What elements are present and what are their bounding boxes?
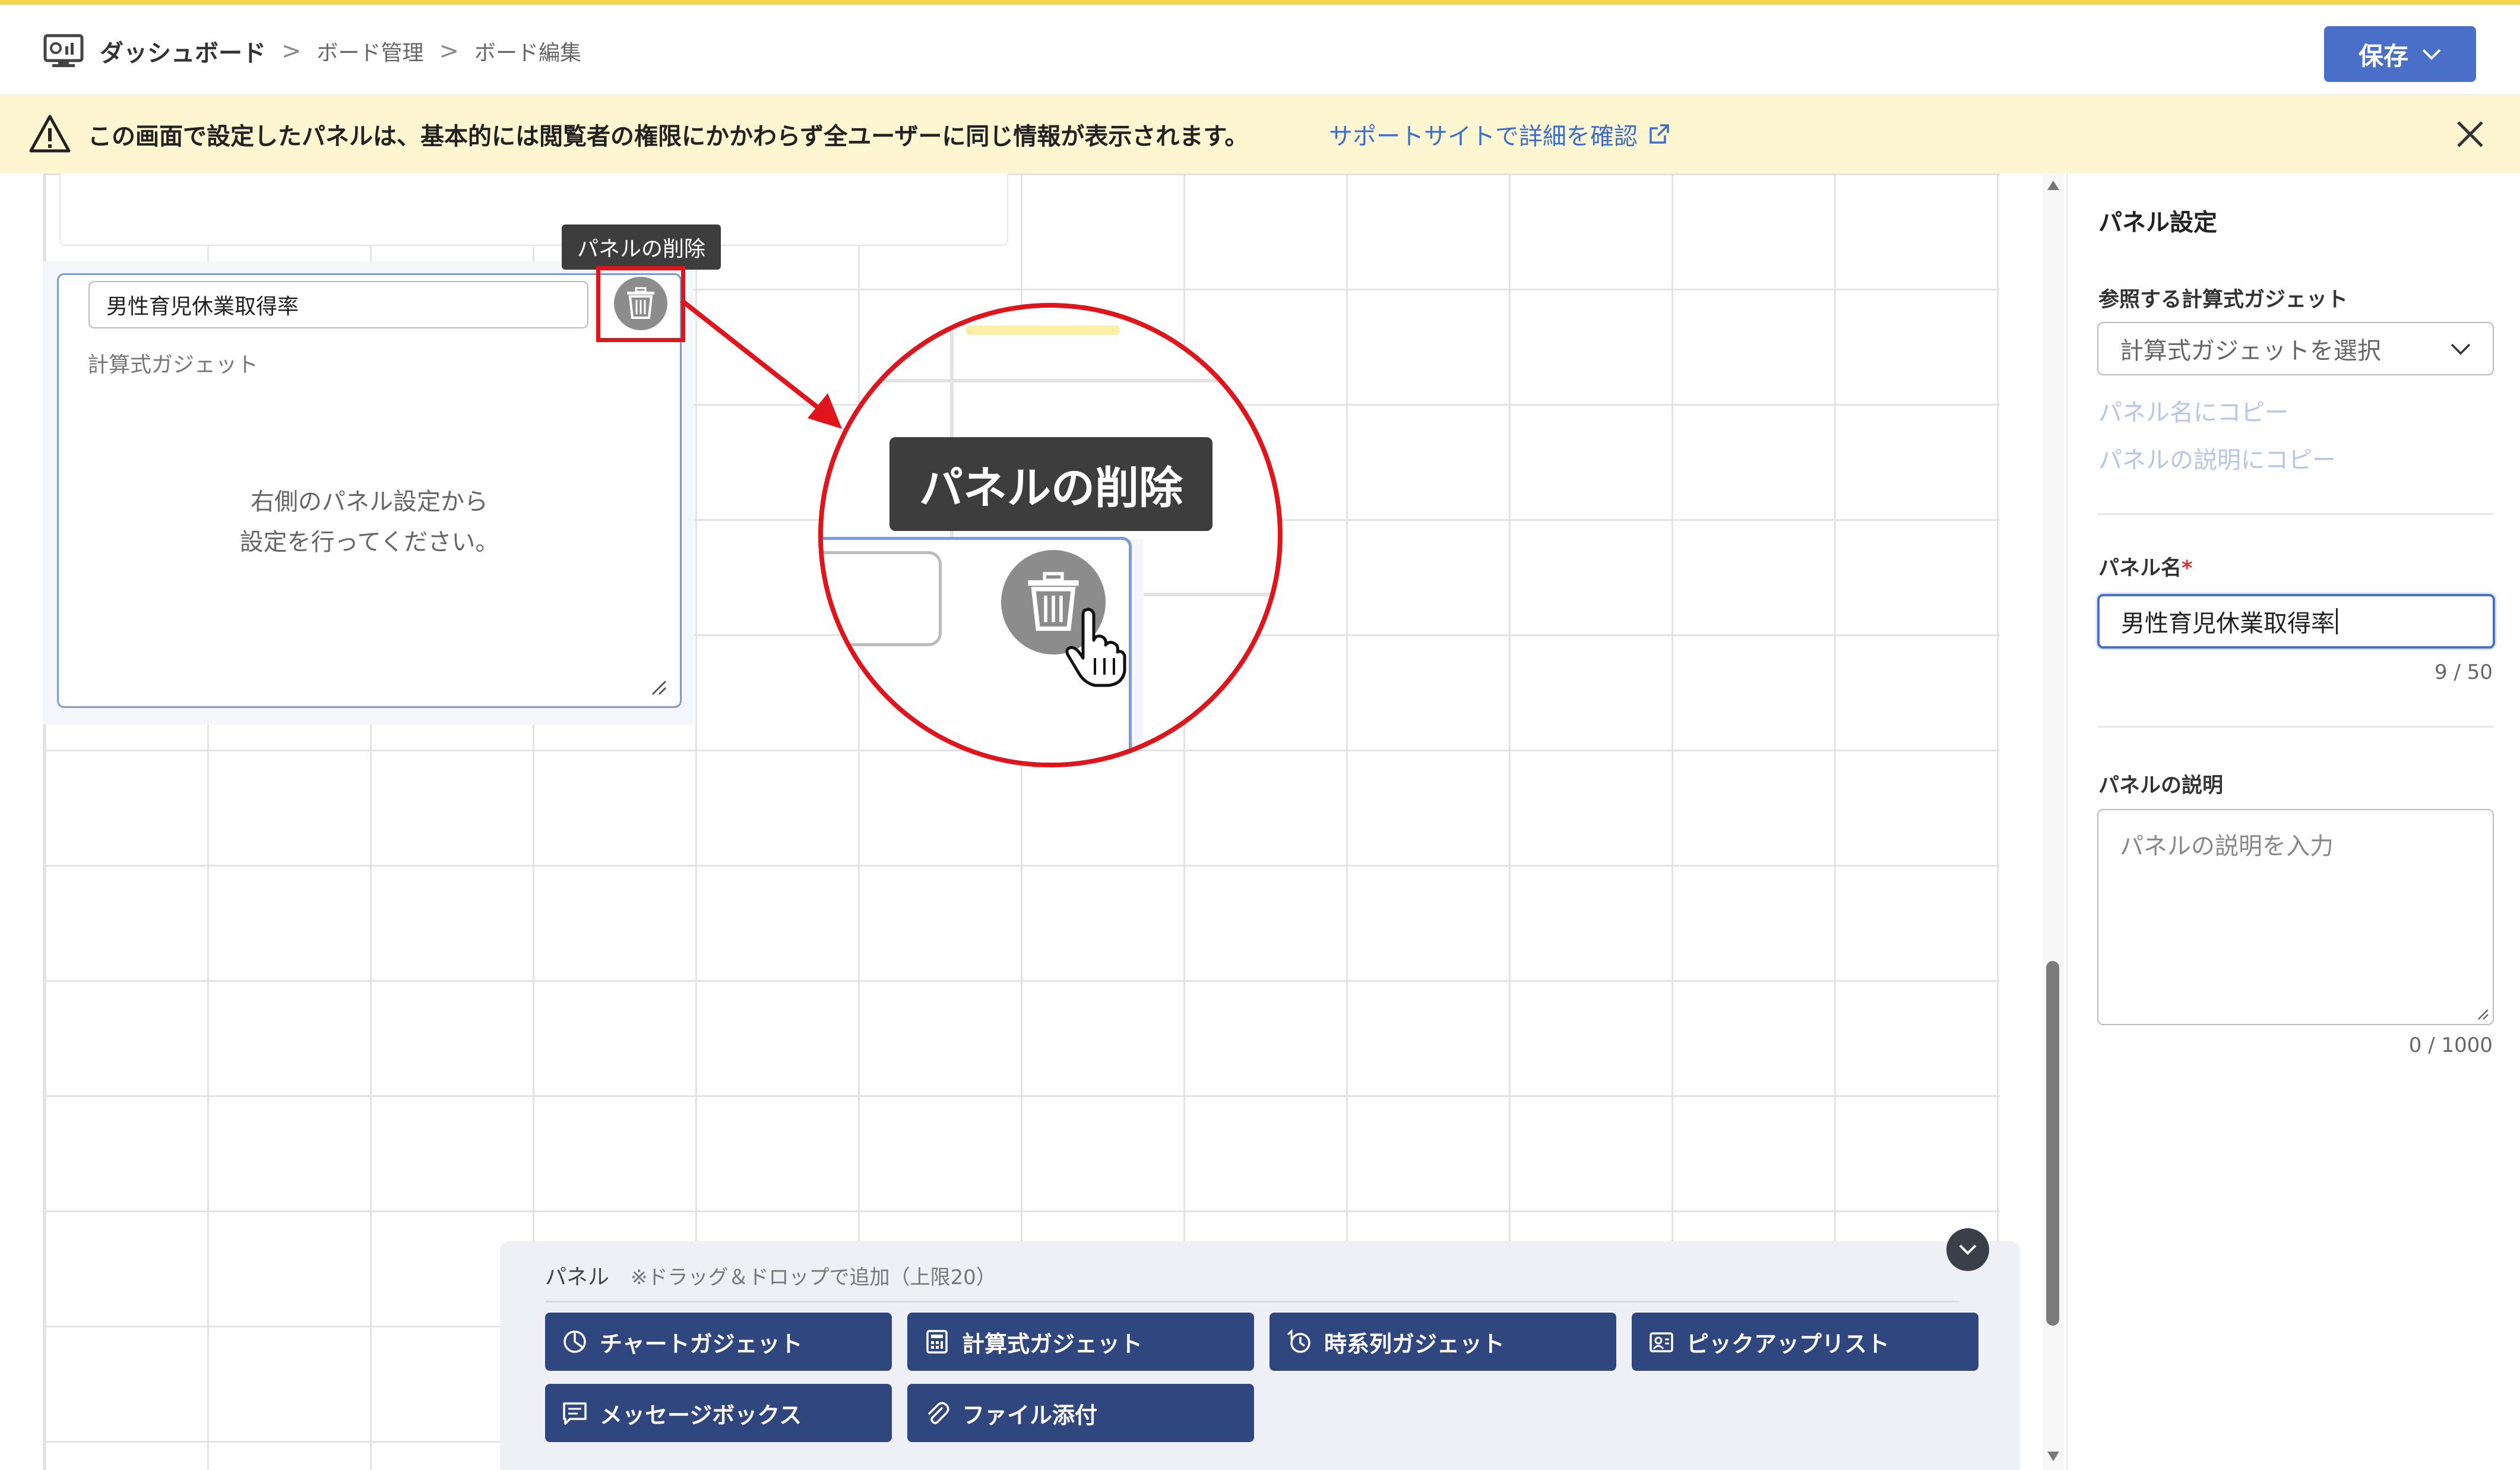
callout-arrow <box>680 298 842 429</box>
time-series-gadget-label: 時系列ガジェット <box>1324 1330 1505 1357</box>
ref-gadget-select[interactable]: 計算式ガジェットを選択 <box>2097 322 2494 375</box>
delete-panel-tooltip: パネルの削除 <box>562 225 721 270</box>
time-series-icon <box>1287 1329 1310 1353</box>
breadcrumb-separator: > <box>281 37 302 65</box>
copy-to-desc-link[interactable]: パネルの説明にコピー <box>2098 441 2336 475</box>
message-box-button[interactable]: メッセージボックス <box>545 1384 892 1442</box>
collapse-palette-button[interactable] <box>1946 1228 1989 1271</box>
copy-to-name-link[interactable]: パネル名にコピー <box>2098 393 2288 428</box>
scroll-down-arrow-icon[interactable] <box>2045 1449 2062 1463</box>
previous-panel[interactable] <box>59 173 1008 246</box>
breadcrumb-board-edit: ボード編集 <box>474 41 582 65</box>
app-header: ダッシュボード > ボード管理 > ボード編集 保存 <box>0 5 2520 95</box>
highlight-box <box>596 266 685 342</box>
top-accent-line <box>0 0 2520 5</box>
chevron-down-icon <box>1959 1244 1977 1255</box>
pickup-list-label: ピックアップリスト <box>1686 1330 1890 1357</box>
calc-gadget-button[interactable]: 計算式ガジェット <box>907 1313 1254 1371</box>
palette-divider <box>545 1301 1959 1303</box>
notice-text: この画面で設定したパネルは、基本的には閲覧者の権限にかかわらず全ユーザーに同じ情… <box>88 123 1249 150</box>
resize-handle-icon[interactable] <box>2475 1006 2489 1020</box>
breadcrumb-board-management[interactable]: ボード管理 <box>317 36 424 67</box>
required-mark: * <box>2182 557 2193 580</box>
panel-name-label-text: パネル名 <box>2098 557 2182 580</box>
file-attach-button[interactable]: ファイル添付 <box>907 1384 1254 1442</box>
dashboard-icon[interactable] <box>43 33 84 69</box>
zoom-name-input <box>823 551 942 646</box>
panel-name-field[interactable]: 男性育児休業取得率 <box>2097 594 2495 649</box>
message-box-label: メッセージボックス <box>600 1402 802 1428</box>
zoom-notice-strip <box>965 325 1120 335</box>
panel-desc-label: パネルの説明 <box>2098 774 2224 798</box>
hand-cursor-icon <box>1065 608 1126 687</box>
panel-instruction-line2: 設定を行ってください。 <box>239 529 499 556</box>
breadcrumb-dashboard[interactable]: ダッシュボード <box>100 34 266 68</box>
panel-name-label: パネル名* <box>2098 551 2192 581</box>
zoom-delete-tooltip: パネルの削除 <box>889 437 1212 531</box>
panel-name-counter: 9 / 50 <box>2434 660 2493 684</box>
settings-divider <box>2097 726 2494 728</box>
panel-desc-textarea[interactable]: パネルの説明を入力 <box>2097 809 2494 1025</box>
chevron-down-icon <box>2451 343 2471 355</box>
support-site-link[interactable]: サポートサイトで詳細を確認 <box>1329 95 1671 173</box>
save-button-label: 保存 <box>2358 41 2408 71</box>
save-button[interactable]: 保存 <box>2324 26 2476 82</box>
panel-instruction-line1: 右側のパネル設定から <box>251 488 488 516</box>
panel-settings-sidebar: パネル設定 参照する計算式ガジェット 計算式ガジェットを選択 パネル名にコピー … <box>2066 173 2520 1470</box>
breadcrumb-separator: > <box>439 37 460 65</box>
pickup-list-icon <box>1650 1332 1673 1352</box>
chart-gadget-button[interactable]: チャートガジェット <box>545 1313 892 1371</box>
panel-desc-counter: 0 / 1000 <box>2408 1033 2493 1057</box>
resize-handle-icon[interactable] <box>649 678 667 696</box>
notice-bar: この画面で設定したパネルは、基本的には閲覧者の権限にかかわらず全ユーザーに同じ情… <box>0 95 2520 173</box>
calculator-icon <box>926 1330 948 1354</box>
zoom-callout: パネルの削除 <box>818 303 1283 767</box>
external-link-icon <box>1650 124 1669 144</box>
chart-gadget-label: チャートガジェット <box>600 1330 803 1357</box>
scroll-up-arrow-icon[interactable] <box>2045 178 2062 192</box>
scrollbar-thumb[interactable] <box>2046 961 2059 1326</box>
breadcrumb: ダッシュボード > ボード管理 > ボード編集 <box>43 30 581 72</box>
chevron-down-icon <box>2422 49 2441 60</box>
support-link-label: サポートサイトで詳細を確認 <box>1329 123 1638 150</box>
palette-title: パネル <box>545 1265 610 1289</box>
panel-name-input[interactable]: 男性育児休業取得率 <box>88 281 588 328</box>
panel-type-label: 計算式ガジェット <box>87 353 259 377</box>
ref-gadget-placeholder: 計算式ガジェットを選択 <box>2120 337 2381 365</box>
calc-gadget-panel[interactable]: 男性育児休業取得率 計算式ガジェット 右側のパネル設定から 設定を行ってください… <box>57 273 682 708</box>
pie-chart-icon <box>563 1330 586 1353</box>
pickup-list-button[interactable]: ピックアップリスト <box>1632 1313 1978 1371</box>
panel-instruction: 右側のパネル設定から 設定を行ってください。 <box>59 482 680 562</box>
time-series-gadget-button[interactable]: 時系列ガジェット <box>1270 1313 1616 1371</box>
calc-gadget-label: 計算式ガジェット <box>962 1330 1143 1357</box>
palette-note: ※ドラッグ＆ドロップで追加（上限20） <box>631 1265 996 1289</box>
settings-title: パネル設定 <box>2098 209 2217 236</box>
message-box-icon <box>563 1402 587 1425</box>
file-attach-label: ファイル添付 <box>962 1402 1098 1428</box>
panel-palette: パネル ※ドラッグ＆ドロップで追加（上限20） チャートガジェット 計算式ガジェ… <box>500 1228 2020 1470</box>
warning-icon <box>29 115 71 153</box>
close-icon[interactable] <box>2452 116 2488 152</box>
settings-divider <box>2097 513 2494 515</box>
ref-gadget-label: 参照する計算式ガジェット <box>2098 288 2348 312</box>
paperclip-icon <box>928 1402 949 1424</box>
panel-name-value: 男性育児休業取得率 <box>2121 610 2335 637</box>
panel-desc-placeholder: パネルの説明を入力 <box>2120 833 2334 860</box>
